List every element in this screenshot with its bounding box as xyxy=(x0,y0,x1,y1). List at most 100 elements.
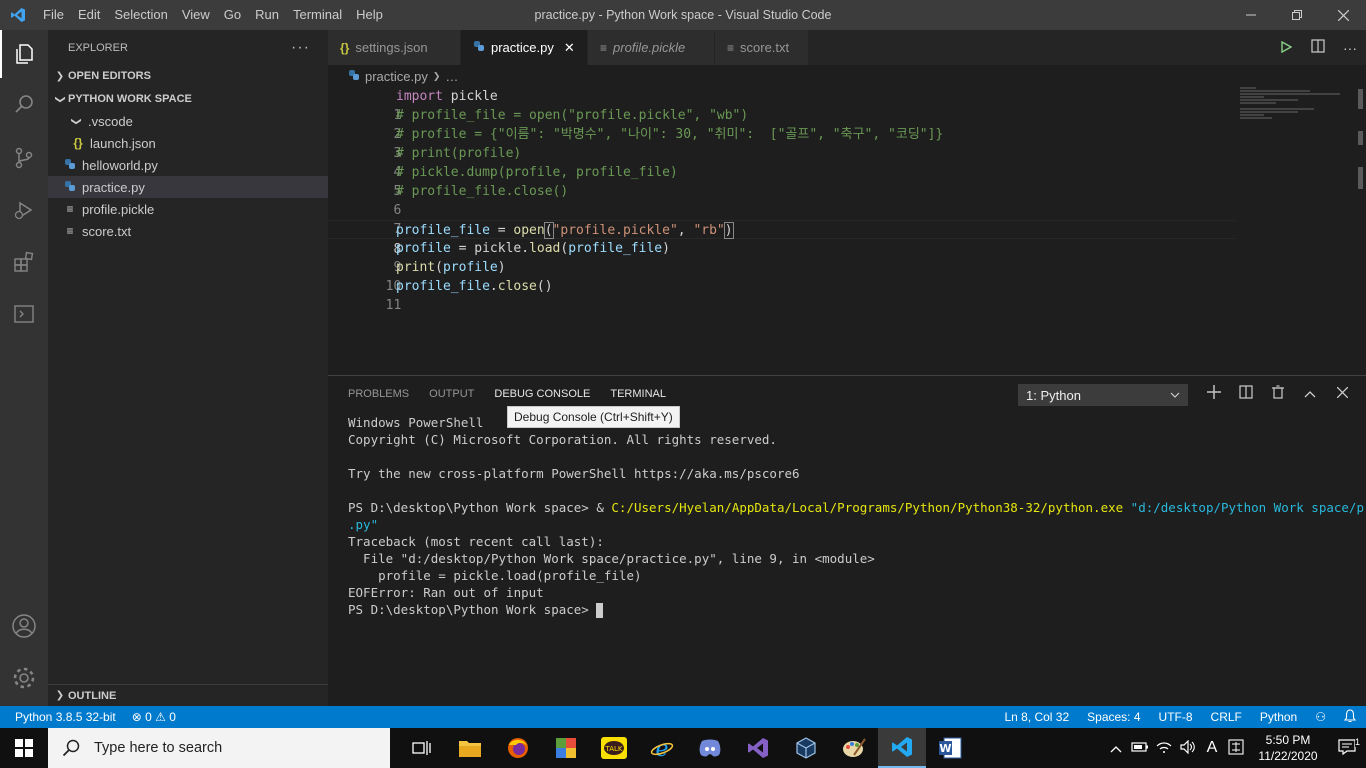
tab-output[interactable]: OUTPUT xyxy=(429,388,474,400)
file-explorer-app[interactable] xyxy=(446,728,494,768)
terminal-argument: "d:/desktop/Python Work space/practice xyxy=(1130,500,1366,515)
kill-terminal-button[interactable] xyxy=(1262,384,1294,403)
live-share-icon[interactable]: ⚇ xyxy=(1315,710,1326,724)
terminal-output[interactable]: Windows PowerShell Copyright (C) Microso… xyxy=(348,414,1366,618)
notifications-bell-icon[interactable] xyxy=(1343,709,1357,725)
wifi-icon[interactable] xyxy=(1152,741,1176,756)
firefox-app[interactable] xyxy=(494,728,542,768)
tab-settings-json[interactable]: {} settings.json xyxy=(328,30,461,65)
more-actions-button[interactable]: ··· xyxy=(291,39,328,57)
visual-studio-app[interactable] xyxy=(734,728,782,768)
breadcrumb-symbols[interactable]: … xyxy=(445,69,458,84)
battery-icon[interactable] xyxy=(1128,741,1152,756)
menu-help[interactable]: Help xyxy=(349,0,390,30)
ime-icon[interactable] xyxy=(1224,738,1248,758)
minecraft-app[interactable] xyxy=(542,728,590,768)
accounts-activity-button[interactable] xyxy=(0,602,48,650)
code-text: profile_file.close() xyxy=(396,277,553,296)
minimap[interactable] xyxy=(1240,87,1352,127)
breadcrumb-file[interactable]: practice.py xyxy=(365,69,428,84)
menu-view[interactable]: View xyxy=(175,0,217,30)
virtualbox-app[interactable] xyxy=(782,728,830,768)
minimize-button[interactable] xyxy=(1228,0,1274,30)
input-language-indicator[interactable]: A xyxy=(1200,739,1224,757)
python-interpreter-status[interactable]: Python 3.8.5 32-bit xyxy=(15,710,116,724)
code-editor[interactable]: 1 import pickle 2 # profile_file = open(… xyxy=(328,87,1366,375)
breadcrumb: practice.py ❯ … xyxy=(328,65,1366,87)
tree-file-profile-pickle[interactable]: ≡ profile.pickle xyxy=(48,198,328,220)
menu-go[interactable]: Go xyxy=(217,0,248,30)
show-hidden-icons-button[interactable] xyxy=(1104,741,1128,756)
tree-folder-vscode[interactable]: ❯ .vscode xyxy=(48,110,328,132)
source-control-activity-button[interactable] xyxy=(0,134,48,182)
encoding-status[interactable]: UTF-8 xyxy=(1159,710,1193,724)
outline-section[interactable]: ❯ OUTLINE xyxy=(48,684,328,706)
internet-explorer-app[interactable]: e xyxy=(638,728,686,768)
explorer-activity-button[interactable] xyxy=(0,30,48,78)
run-debug-activity-button[interactable] xyxy=(0,186,48,234)
code-token: ( xyxy=(543,222,554,239)
open-editors-label: OPEN EDITORS xyxy=(68,70,151,82)
start-button[interactable] xyxy=(0,728,48,768)
search-activity-button[interactable] xyxy=(0,80,48,128)
cursor-position-status[interactable]: Ln 8, Col 32 xyxy=(1004,710,1069,724)
clock[interactable]: 5:50 PM 11/22/2020 xyxy=(1248,732,1328,764)
chevron-down-icon: ❯ xyxy=(70,116,82,126)
language-mode-status[interactable]: Python xyxy=(1260,710,1297,724)
workspace-section[interactable]: ❯ PYTHON WORK SPACE xyxy=(48,88,328,110)
close-tab-icon[interactable]: ✕ xyxy=(564,40,575,56)
open-editors-section[interactable]: ❯ OPEN EDITORS xyxy=(48,65,328,87)
discord-app[interactable] xyxy=(686,728,734,768)
volume-icon[interactable] xyxy=(1176,739,1200,757)
split-editor-icon xyxy=(1311,39,1325,53)
tree-file-launch-json[interactable]: {} launch.json xyxy=(48,132,328,154)
remote-explorer-activity-button[interactable] xyxy=(0,290,48,338)
menu-edit[interactable]: Edit xyxy=(71,0,107,30)
notification-icon xyxy=(1338,738,1356,755)
extensions-activity-button[interactable] xyxy=(0,238,48,286)
taskbar-search-box[interactable]: Type here to search xyxy=(48,728,390,768)
close-window-button[interactable] xyxy=(1320,0,1366,30)
tree-file-score-txt[interactable]: ≡ score.txt xyxy=(48,220,328,242)
editor-scrollbar[interactable] xyxy=(1352,87,1366,375)
tree-file-helloworld-py[interactable]: helloworld.py xyxy=(48,154,328,176)
scrollbar-thumb[interactable] xyxy=(1358,89,1363,109)
indentation-status[interactable]: Spaces: 4 xyxy=(1087,710,1140,724)
task-view-button[interactable] xyxy=(398,728,446,768)
editor-tabs: {} settings.json practice.py ✕ ≡ profile… xyxy=(328,30,1366,65)
word-app[interactable]: W xyxy=(926,728,974,768)
code-comment: # profile_file = open("profile.pickle", … xyxy=(396,108,749,123)
terminal-line: profile = pickle.load(profile_file) xyxy=(348,568,642,583)
action-center-button[interactable]: 1 xyxy=(1328,736,1366,758)
tab-profile-pickle[interactable]: ≡ profile.pickle xyxy=(588,30,715,65)
title-bar: File Edit Selection View Go Run Terminal… xyxy=(0,0,1366,30)
manage-activity-button[interactable] xyxy=(0,654,48,702)
menu-selection[interactable]: Selection xyxy=(107,0,174,30)
paint-app[interactable] xyxy=(830,728,878,768)
terminal-select-dropdown[interactable]: 1: Python xyxy=(1018,384,1188,406)
split-editor-button[interactable] xyxy=(1302,39,1334,56)
kakaotalk-app[interactable]: TALK xyxy=(590,728,638,768)
new-terminal-button[interactable] xyxy=(1198,384,1230,403)
tab-score-txt[interactable]: ≡ score.txt xyxy=(715,30,809,65)
eol-status[interactable]: CRLF xyxy=(1211,710,1242,724)
menu-run[interactable]: Run xyxy=(248,0,286,30)
split-terminal-button[interactable] xyxy=(1230,384,1262,403)
run-python-file-button[interactable] xyxy=(1270,40,1302,56)
tree-item-label: practice.py xyxy=(82,179,145,195)
tab-debug-console[interactable]: DEBUG CONSOLE xyxy=(494,388,590,400)
menu-terminal[interactable]: Terminal xyxy=(286,0,349,30)
problems-status[interactable]: ⊗ 0 ⚠ 0 xyxy=(132,710,176,724)
tree-file-practice-py[interactable]: practice.py xyxy=(48,176,328,198)
tab-terminal[interactable]: TERMINAL xyxy=(610,388,666,400)
code-token: , xyxy=(677,223,694,238)
close-panel-button[interactable] xyxy=(1326,385,1358,402)
restore-button[interactable] xyxy=(1274,0,1320,30)
tab-problems[interactable]: PROBLEMS xyxy=(348,388,409,400)
menu-file[interactable]: File xyxy=(36,0,71,30)
vscode-app[interactable] xyxy=(878,728,926,768)
code-token: "profile.pickle" xyxy=(552,223,678,238)
more-editor-actions-button[interactable]: ··· xyxy=(1334,40,1366,56)
tab-practice-py[interactable]: practice.py ✕ xyxy=(461,30,588,65)
maximize-panel-button[interactable] xyxy=(1294,385,1326,402)
